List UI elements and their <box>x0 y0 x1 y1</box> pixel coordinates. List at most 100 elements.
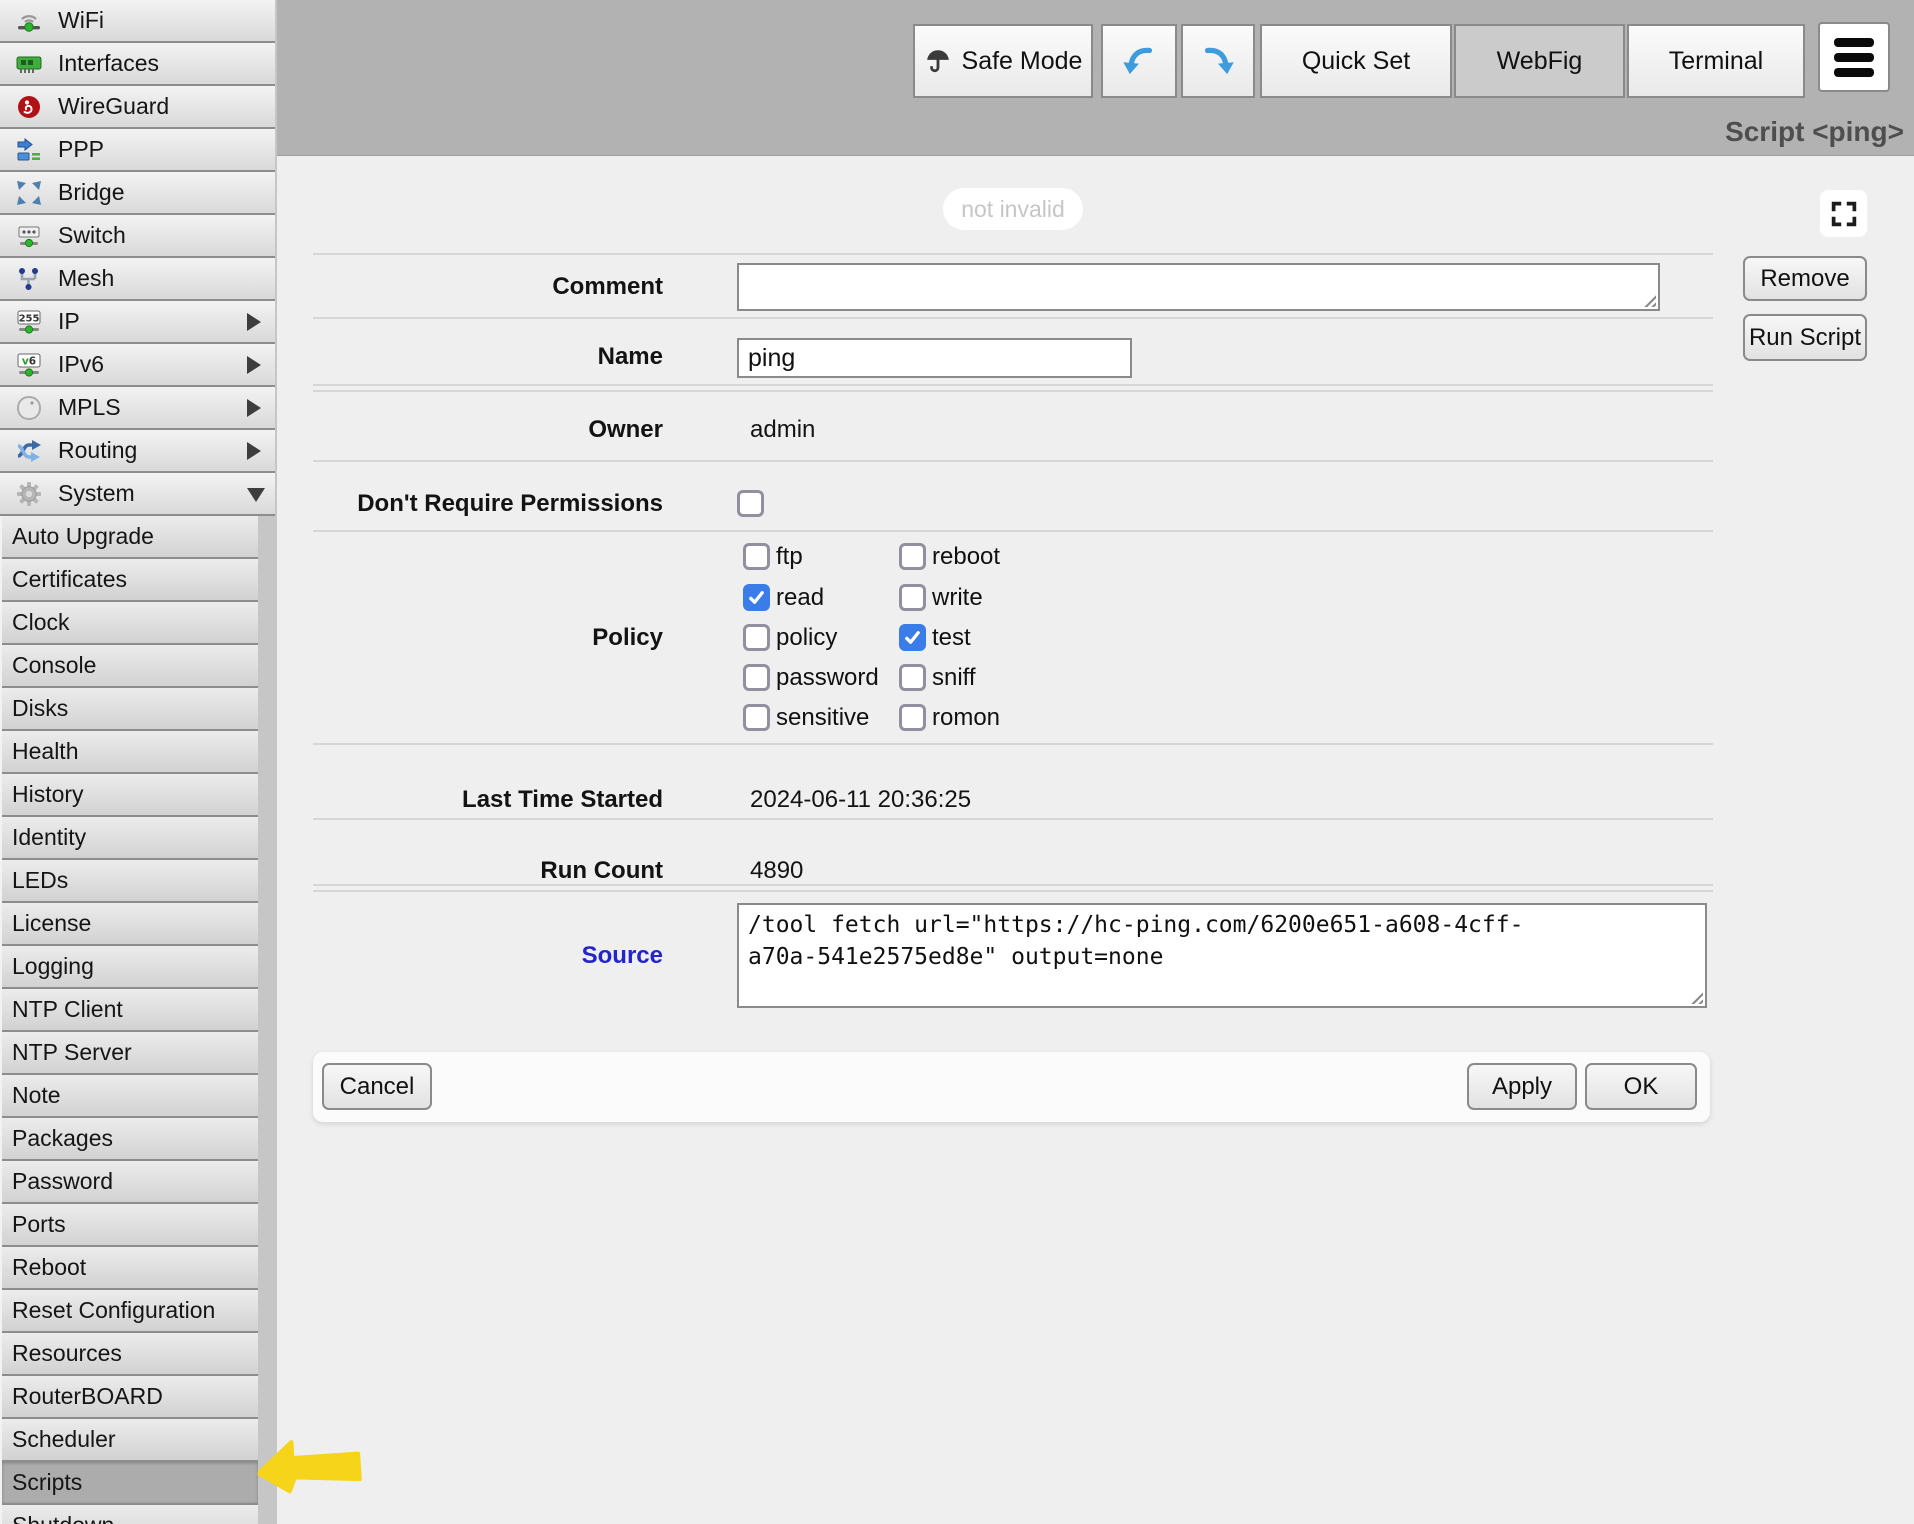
sidebar: WiFiInterfaces WireGuard PPPBridgeSwitch Me… <box>0 0 277 1524</box>
page-title: Script <ping> <box>1725 116 1904 148</box>
policy-checkbox-test[interactable] <box>899 624 926 651</box>
last-time-started-label: Last Time Started <box>313 785 663 815</box>
divider <box>313 460 1713 462</box>
tab-quick-set[interactable]: Quick Set <box>1260 24 1452 98</box>
policy-checkbox-sniff[interactable] <box>899 664 926 691</box>
tab-terminal[interactable]: Terminal <box>1627 24 1805 98</box>
source-input[interactable]: /tool fetch url="https://hc-ping.com/620… <box>737 903 1707 1008</box>
sidebar-item-disks[interactable]: Disks <box>2 688 258 731</box>
sidebar-item-identity[interactable]: Identity <box>2 817 258 860</box>
sidebar-item-routerboard[interactable]: RouterBOARD <box>2 1376 258 1419</box>
source-label[interactable]: Source <box>313 941 663 971</box>
divider <box>313 390 1713 392</box>
policy-checkbox-password[interactable] <box>743 664 770 691</box>
comment-input[interactable] <box>737 263 1660 311</box>
run-script-button[interactable]: Run Script <box>1743 314 1867 361</box>
sidebar-item-label: NTP Client <box>12 996 123 1023</box>
sidebar-item-switch[interactable]: Switch <box>0 215 275 258</box>
svg-text:255: 255 <box>19 313 40 324</box>
remove-button[interactable]: Remove <box>1743 256 1867 301</box>
sidebar-item-logging[interactable]: Logging <box>2 946 258 989</box>
sidebar-item-console[interactable]: Console <box>2 645 258 688</box>
svg-text:v6: v6 <box>22 355 36 367</box>
policy-option-reboot: reboot <box>899 543 1000 570</box>
tab-webfig[interactable]: WebFig <box>1454 24 1625 98</box>
sidebar-item-mpls[interactable]: MPLS <box>0 387 275 430</box>
sidebar-item-ip[interactable]: 255IP <box>0 301 275 344</box>
sidebar-item-reboot[interactable]: Reboot <box>2 1247 258 1290</box>
sidebar-item-leds[interactable]: LEDs <box>2 860 258 903</box>
sidebar-item-label: Ports <box>12 1211 66 1238</box>
sidebar-item-reset-configuration[interactable]: Reset Configuration <box>2 1290 258 1333</box>
name-input[interactable] <box>737 338 1132 378</box>
dont-require-permissions-checkbox[interactable] <box>737 490 764 517</box>
sidebar-item-certificates[interactable]: Certificates <box>2 559 258 602</box>
sidebar-item-mesh[interactable]: Mesh <box>0 258 275 301</box>
expand-arrow-icon <box>247 399 261 417</box>
sidebar-item-ports[interactable]: Ports <box>2 1204 258 1247</box>
undo-button[interactable] <box>1101 24 1177 98</box>
sidebar-item-label: WireGuard <box>58 93 169 120</box>
policy-checkbox-policy[interactable] <box>743 624 770 651</box>
sidebar-item-ntp-client[interactable]: NTP Client <box>2 989 258 1032</box>
sidebar-item-history[interactable]: History <box>2 774 258 817</box>
policy-option-label: policy <box>776 624 837 652</box>
apply-button[interactable]: Apply <box>1467 1063 1577 1110</box>
redo-button[interactable] <box>1181 24 1255 98</box>
status-badge: not invalid <box>943 188 1083 230</box>
sidebar-item-ipv6[interactable]: v6 IPv6 <box>0 344 275 387</box>
ok-button[interactable]: OK <box>1585 1063 1697 1110</box>
policy-checkbox-ftp[interactable] <box>743 543 770 570</box>
hamburger-menu-button[interactable] <box>1818 22 1890 92</box>
policy-option-romon: romon <box>899 704 1000 731</box>
sidebar-item-scripts[interactable]: Scripts <box>2 1462 258 1505</box>
policy-checkbox-sensitive[interactable] <box>743 704 770 731</box>
sidebar-item-wireguard[interactable]: WireGuard <box>0 86 275 129</box>
sidebar-item-password[interactable]: Password <box>2 1161 258 1204</box>
interfaces-icon <box>12 48 46 80</box>
dont-require-permissions-label: Don't Require Permissions <box>313 489 663 519</box>
policy-checkbox-write[interactable] <box>899 584 926 611</box>
sidebar-item-ntp-server[interactable]: NTP Server <box>2 1032 258 1075</box>
webfig-label: WebFig <box>1497 47 1583 76</box>
divider <box>313 743 1713 745</box>
divider <box>313 253 1713 255</box>
sidebar-item-shutdown[interactable]: Shutdown <box>2 1505 258 1524</box>
sidebar-item-health[interactable]: Health <box>2 731 258 774</box>
policy-checkbox-read[interactable] <box>743 584 770 611</box>
policy-option-label: password <box>776 664 879 692</box>
owner-value: admin <box>750 415 815 445</box>
policy-checkbox-romon[interactable] <box>899 704 926 731</box>
sidebar-item-label: Console <box>12 652 96 679</box>
wireguard-icon <box>12 91 46 123</box>
fullscreen-button[interactable] <box>1820 190 1867 237</box>
sidebar-item-scheduler[interactable]: Scheduler <box>2 1419 258 1462</box>
ppp-icon <box>12 134 46 166</box>
sidebar-item-clock[interactable]: Clock <box>2 602 258 645</box>
sidebar-item-label: License <box>12 910 91 937</box>
sidebar-item-resources[interactable]: Resources <box>2 1333 258 1376</box>
policy-option-label: read <box>776 584 824 612</box>
sidebar-item-license[interactable]: License <box>2 903 258 946</box>
system-icon <box>12 478 46 510</box>
policy-checkbox-reboot[interactable] <box>899 543 926 570</box>
sidebar-item-interfaces[interactable]: Interfaces <box>0 43 275 86</box>
safe-mode-button[interactable]: Safe Mode <box>913 24 1093 98</box>
sidebar-item-system[interactable]: System <box>0 473 275 516</box>
divider <box>313 530 1713 532</box>
sidebar-item-auto-upgrade[interactable]: Auto Upgrade <box>2 516 258 559</box>
collapse-arrow-icon <box>247 488 265 502</box>
sidebar-item-note[interactable]: Note <box>2 1075 258 1118</box>
sidebar-item-ppp[interactable]: PPP <box>0 129 275 172</box>
run-count-label: Run Count <box>313 856 663 886</box>
sidebar-item-label: Reboot <box>12 1254 86 1281</box>
divider <box>313 317 1713 319</box>
sidebar-item-wifi[interactable]: WiFi <box>0 0 275 43</box>
sidebar-item-label: Mesh <box>58 265 114 292</box>
sidebar-item-packages[interactable]: Packages <box>2 1118 258 1161</box>
sidebar-item-label: IPv6 <box>58 351 104 378</box>
cancel-button[interactable]: Cancel <box>322 1063 432 1110</box>
routing-icon <box>12 435 46 467</box>
sidebar-item-routing[interactable]: Routing <box>0 430 275 473</box>
sidebar-item-bridge[interactable]: Bridge <box>0 172 275 215</box>
